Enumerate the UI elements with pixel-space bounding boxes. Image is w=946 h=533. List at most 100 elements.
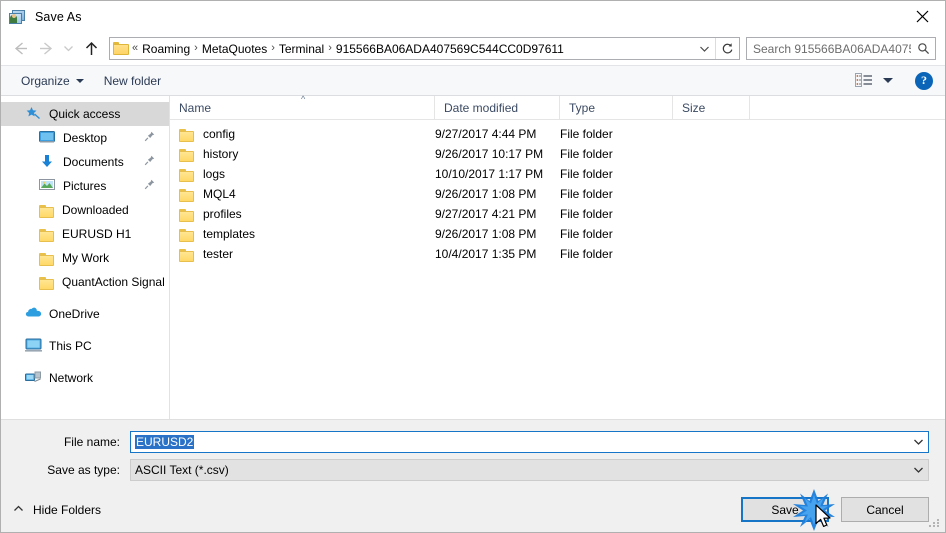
form-area: File name: EURUSD2 Save as type: ASCII T… [1, 419, 945, 487]
column-header-size[interactable]: Size [673, 96, 750, 119]
cancel-button[interactable]: Cancel [841, 497, 929, 522]
breadcrumb-item-terminal[interactable]: Terminal [276, 42, 327, 56]
table-row[interactable]: MQL4 9/26/2017 1:08 PM File folder [170, 184, 945, 204]
sidebar-item-my-work[interactable]: My Work [1, 246, 169, 270]
sidebar-item-onedrive[interactable]: OneDrive [1, 302, 169, 326]
breadcrumb-item-metaquotes[interactable]: MetaQuotes [199, 42, 270, 56]
dialog-body: Quick access Desktop Documents Pictures … [1, 95, 945, 419]
save-as-type-select[interactable]: ASCII Text (*.csv) [130, 459, 929, 481]
breadcrumb-item-roaming[interactable]: Roaming [139, 42, 193, 56]
hide-folders-button[interactable]: Hide Folders [13, 503, 101, 517]
new-folder-button[interactable]: New folder [98, 69, 167, 93]
view-options-icon [855, 73, 872, 87]
file-type-cell: File folder [560, 147, 613, 161]
table-row[interactable]: logs 10/10/2017 1:17 PM File folder [170, 164, 945, 184]
chevron-down-icon [64, 46, 73, 52]
table-row[interactable]: history 9/26/2017 10:17 PM File folder [170, 144, 945, 164]
search-button[interactable] [911, 38, 935, 59]
file-date-cell: 9/26/2017 1:08 PM [435, 187, 537, 201]
new-folder-label: New folder [103, 73, 162, 88]
column-header-row: ^ Name Date modified Type Size [170, 95, 945, 120]
sidebar-item-eurusd-h1[interactable]: EURUSD H1 [1, 222, 169, 246]
file-name: config [203, 127, 236, 141]
table-row[interactable]: profiles 9/27/2017 4:21 PM File folder [170, 204, 945, 224]
file-type-cell: File folder [560, 167, 613, 181]
save-as-type-dropdown-button[interactable] [908, 460, 928, 480]
sidebar-item-label: Downloaded [62, 203, 129, 217]
table-row[interactable]: tester 10/4/2017 1:35 PM File folder [170, 244, 945, 264]
recent-locations-button[interactable] [59, 36, 78, 62]
folder-icon [113, 42, 129, 55]
network-icon [25, 370, 42, 386]
breadcrumb-overflow[interactable]: « [131, 43, 139, 54]
file-type-cell: File folder [560, 127, 613, 141]
file-name-dropdown-button[interactable] [908, 432, 928, 452]
sidebar-item-network[interactable]: Network [1, 366, 169, 390]
pin-icon[interactable] [144, 179, 155, 193]
address-bar[interactable]: « Roaming › MetaQuotes › Terminal › 9155… [109, 37, 740, 60]
pin-icon[interactable] [144, 131, 155, 145]
column-header-date-modified[interactable]: Date modified [435, 96, 560, 119]
sidebar-item-label: Desktop [63, 131, 108, 145]
sidebar-item-this-pc[interactable]: This PC [1, 334, 169, 358]
change-view-button[interactable] [851, 69, 897, 93]
sidebar-item-label: Quick access [49, 107, 121, 121]
navigation-bar: « Roaming › MetaQuotes › Terminal › 9155… [1, 32, 945, 65]
sidebar-item-desktop[interactable]: Desktop [1, 126, 169, 150]
sidebar-item-pictures[interactable]: Pictures [1, 174, 169, 198]
column-header-name[interactable]: ^ Name [170, 95, 435, 119]
help-button[interactable]: ? [915, 71, 933, 90]
sidebar-item-quantaction-signal[interactable]: QuantAction Signal [1, 270, 169, 294]
folder-icon [39, 204, 55, 218]
file-name: MQL4 [203, 187, 236, 201]
search-icon [917, 43, 929, 55]
search-input[interactable]: Search 915566BA06ADA40756... [747, 42, 911, 56]
folder-icon [179, 248, 195, 262]
back-button[interactable] [7, 36, 33, 62]
pin-icon[interactable] [144, 155, 155, 169]
refresh-button[interactable] [716, 38, 739, 59]
sidebar-item-quick-access[interactable]: Quick access [1, 102, 169, 126]
address-dropdown-button[interactable] [693, 38, 715, 59]
sidebar-item-label: EURUSD H1 [62, 227, 132, 241]
chevron-down-icon [883, 78, 893, 83]
file-date-cell: 10/4/2017 1:35 PM [435, 247, 537, 261]
file-name-cell: tester [170, 247, 435, 262]
folder-icon [179, 128, 195, 142]
file-name-input[interactable]: EURUSD2 [130, 431, 929, 453]
save-button[interactable]: Save [741, 497, 829, 522]
column-header-type[interactable]: Type [560, 96, 673, 119]
sidebar-item-label: My Work [62, 251, 110, 265]
file-name-cell: history [170, 147, 435, 162]
file-date-cell: 10/10/2017 1:17 PM [435, 167, 544, 181]
save-as-type-row: Save as type: ASCII Text (*.csv) [17, 459, 929, 481]
chevron-down-icon [75, 78, 84, 83]
close-button[interactable] [899, 1, 945, 32]
save-label: Save [771, 502, 799, 517]
save-as-type-value: ASCII Text (*.csv) [135, 463, 229, 477]
organize-button[interactable]: Organize [15, 69, 90, 93]
up-button[interactable] [78, 36, 104, 62]
file-type-cell: File folder [560, 187, 613, 201]
column-header-label: Name [179, 100, 212, 115]
file-name-cell: logs [170, 167, 435, 182]
file-name-cell: templates [170, 227, 435, 242]
search-box[interactable]: Search 915566BA06ADA40756... [746, 37, 936, 60]
file-date-cell: 9/27/2017 4:44 PM [435, 127, 537, 141]
table-row[interactable]: config 9/27/2017 4:44 PM File folder [170, 124, 945, 144]
table-row[interactable]: templates 9/26/2017 1:08 PM File folder [170, 224, 945, 244]
window-title: Save As [35, 9, 82, 24]
file-name-value-wrap: EURUSD2 [131, 435, 908, 449]
resize-grip-icon[interactable] [929, 517, 941, 529]
sidebar-item-downloaded[interactable]: Downloaded [1, 198, 169, 222]
breadcrumb-item-instance[interactable]: 915566BA06ADA407569C544CC0D97611 [333, 42, 567, 56]
sidebar-item-documents[interactable]: Documents [1, 150, 169, 174]
forward-button[interactable] [33, 36, 59, 62]
file-name: profiles [203, 207, 242, 221]
sidebar-item-label: Network [49, 371, 94, 385]
arrow-up-icon [85, 41, 97, 55]
file-name-label: File name: [63, 435, 120, 449]
